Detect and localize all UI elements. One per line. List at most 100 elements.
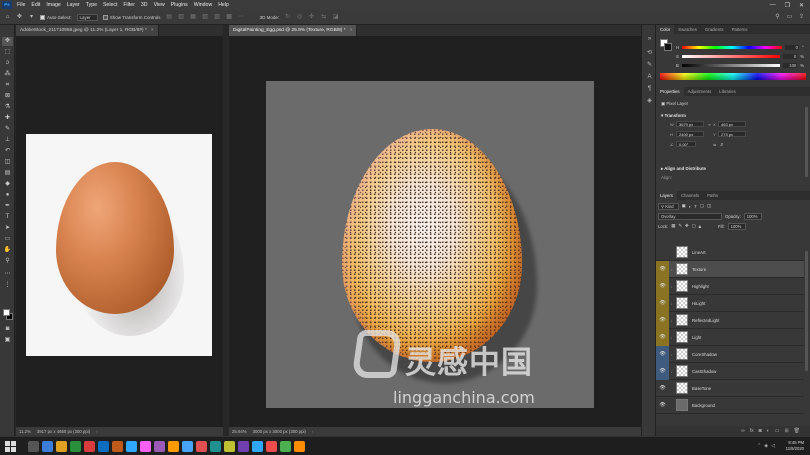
show-transform-checkbox[interactable] [102,14,108,20]
layer-row[interactable]: LineArt [656,244,804,261]
path-select-icon[interactable]: ➤ [2,224,13,233]
layer-row[interactable]: 👁︎ ↓ CastShadow [656,362,804,380]
quick-select-tool-icon[interactable]: ⁂ [2,70,13,79]
visibility-eye-icon[interactable]: 👁︎ [656,362,669,380]
marquee-tool-icon[interactable]: ⬚ [2,48,13,57]
layer-thumbnail[interactable] [676,365,688,377]
xd-icon[interactable] [140,441,151,452]
color-bg-swatch[interactable] [664,43,672,51]
edit-toolbar-icon[interactable]: ⋮ [2,281,13,290]
close-icon[interactable]: × [151,28,154,33]
3d-pan-icon[interactable]: ✣ [308,14,315,21]
visibility-eye-icon[interactable]: 👁︎ [656,277,669,295]
layer-row[interactable]: 👁︎ ↓ Light [656,328,804,346]
doc1-tab[interactable]: AdobeStock_211710958.jpeg @ 11.2% (Layer… [16,25,159,36]
app-icon[interactable] [224,441,235,452]
layer-row[interactable]: 👁︎ ↓ Highlight [656,277,804,295]
opacity-field[interactable]: 100% [743,212,763,220]
menu-plugins[interactable]: Plugins [168,2,191,8]
move-tool-icon[interactable]: ✥ [16,14,23,21]
tab-patterns[interactable]: Patterns [728,25,752,34]
auto-select-dropdown[interactable]: Layer [76,13,98,21]
lock-position-icon[interactable]: ✥ [685,223,689,229]
hand-tool-icon[interactable]: ✋ [2,246,13,255]
3d-scale-icon[interactable]: ◪ [332,14,339,21]
layer-row[interactable]: 👁︎ ↓ ReflectedLight [656,311,804,329]
filter-shape-icon[interactable]: ▢ [700,203,704,209]
layer-thumbnail[interactable] [676,382,688,394]
app-icon[interactable] [182,441,193,452]
doc2-tab[interactable]: DigitalPainting_Egg.psd @ 25.9% (Texture… [229,25,358,36]
app-icon[interactable] [154,441,165,452]
tab-paths[interactable]: Paths [703,191,722,200]
transform-section-title[interactable]: ▾ Transform [661,113,686,119]
brush-settings-icon[interactable]: ✎ [645,61,654,70]
layer-name[interactable]: Texture [692,267,706,272]
saturation-value[interactable]: 0 [783,54,798,59]
gradient-tool-icon[interactable]: ▤ [2,169,13,178]
minimize-button[interactable]: — [770,2,776,9]
layer-row[interactable]: 👁︎ ↓ CoreShadow [656,345,804,363]
eraser-tool-icon[interactable]: ◫ [2,158,13,167]
chevron-right-icon[interactable]: › [96,429,97,434]
doc1-canvas-area[interactable] [16,36,223,427]
menu-3d[interactable]: 3D [138,2,151,8]
layer-name[interactable]: LineArt [692,250,706,255]
align-section-title[interactable]: ▸ Align and Distribute [661,166,706,172]
app-icon[interactable] [70,441,81,452]
layers-scrollbar[interactable] [805,251,808,371]
type-tool-icon[interactable]: T [2,213,13,222]
brightness-value[interactable]: 100 [783,63,798,68]
healing-brush-icon[interactable]: ✚ [2,114,13,123]
app-icon[interactable] [294,441,305,452]
visibility-eye-icon[interactable]: 👁︎ [656,260,669,278]
layer-thumbnail[interactable] [676,280,688,292]
lasso-tool-icon[interactable]: ↄ [2,59,13,68]
new-group-icon[interactable]: ▭ [775,428,780,434]
more-options-icon[interactable]: ⋯ [238,14,245,21]
layer-row[interactable]: 👁︎ ↓ HiLight [656,294,804,312]
filter-smart-icon[interactable]: ◫ [707,203,711,209]
layer-name[interactable]: HiLight [692,301,705,306]
pen-tool-icon[interactable]: ✒ [2,202,13,211]
hue-value[interactable]: 0 [785,45,799,50]
menu-file[interactable]: File [14,2,28,8]
app-icon[interactable] [280,441,291,452]
menu-help[interactable]: Help [215,2,232,8]
properties-scrollbar[interactable] [805,107,808,177]
width-field[interactable]: 3679 px [676,121,704,127]
share-icon[interactable]: ⇪ [798,14,805,21]
menu-select[interactable]: Select [100,2,120,8]
screen-mode-icon[interactable]: ▣ [2,336,13,345]
auto-select-checkbox[interactable] [40,14,45,20]
app-icon[interactable] [210,441,221,452]
layer-name[interactable]: ReflectedLight [692,318,719,323]
3d-roll-icon[interactable]: ◎ [296,14,303,21]
home-icon[interactable]: ⌂ [4,14,11,21]
align-bottom-icon[interactable]: ▩ [226,14,233,21]
dodge-tool-icon[interactable]: ● [2,191,13,200]
history-icon[interactable]: ⟲ [645,49,654,58]
filter-type-icon[interactable]: T [694,204,697,209]
blend-mode-dropdown[interactable]: Overlay [658,212,722,220]
quick-mask-icon[interactable]: ◙ [2,325,13,334]
align-right-icon[interactable]: ▦ [190,14,197,21]
align-left-icon[interactable]: ▤ [166,14,173,21]
color-spectrum-ramp[interactable] [660,73,806,80]
chevron-right-icon[interactable]: › [312,429,313,434]
tab-libraries[interactable]: Libraries [715,87,739,96]
app-icon[interactable] [112,441,123,452]
menu-type[interactable]: Type [83,2,100,8]
tab-channels[interactable]: Channels [677,191,703,200]
fill-field[interactable]: 100% [727,222,747,230]
align-top-icon[interactable]: ▧ [202,14,209,21]
layer-row[interactable]: 👁︎ Background [656,397,804,414]
adjustment-layer-icon[interactable]: ◐ [767,428,770,434]
angle-field[interactable]: 0.00° [676,141,696,147]
chevron-down-icon[interactable]: ▾ [28,14,35,21]
tab-gradients[interactable]: Gradients [701,25,728,34]
layer-row[interactable]: 👁︎ BaseTone [656,380,804,397]
layer-thumbnail[interactable] [676,314,688,326]
tab-properties[interactable]: Properties [656,87,684,96]
flip-horizontal-icon[interactable]: ⇋ [713,142,716,147]
